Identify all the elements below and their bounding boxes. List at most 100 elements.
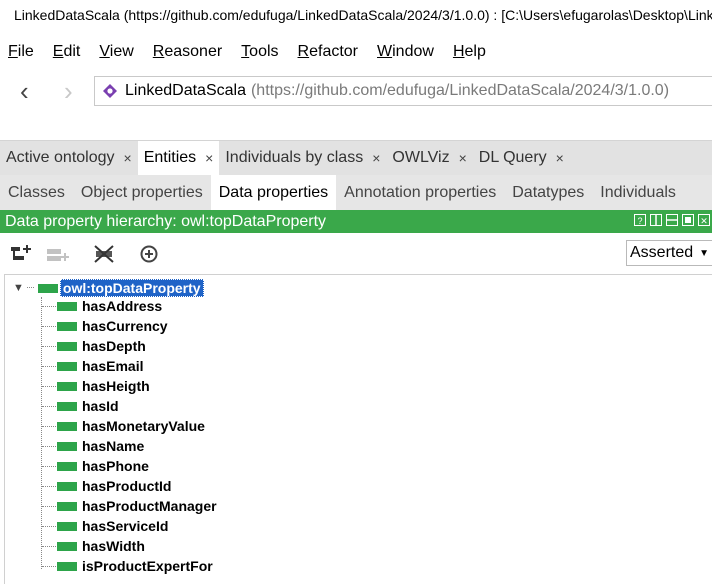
tree-item-isProductExpertFor[interactable]: isProductExpertFor — [57, 556, 213, 576]
menu-help[interactable]: Help — [453, 43, 486, 61]
tree-item-hasProductId[interactable]: hasProductId — [57, 476, 171, 496]
tree-connector — [42, 506, 56, 507]
tree-item-label: hasWidth — [82, 538, 145, 554]
data-property-icon — [57, 481, 77, 491]
tree-item-hasEmail[interactable]: hasEmail — [57, 356, 143, 376]
find-usage-icon[interactable] — [137, 244, 163, 264]
menu-label: ools — [249, 43, 279, 60]
tree-item-hasDepth[interactable]: hasDepth — [57, 336, 146, 356]
help-icon[interactable]: ? — [634, 214, 646, 226]
tree-connector — [42, 326, 56, 327]
tree-item-hasMonetaryValue[interactable]: hasMonetaryValue — [57, 416, 205, 436]
forward-button[interactable]: › — [64, 76, 73, 106]
menu-label: indow — [392, 43, 434, 60]
data-property-icon — [57, 441, 77, 451]
menu-mnemonic: H — [452, 43, 465, 60]
data-property-icon — [57, 461, 77, 471]
data-property-icon — [57, 501, 77, 511]
menu-mnemonic: W — [377, 43, 393, 60]
tree-item-label: hasProductId — [82, 478, 172, 494]
close-tab-icon[interactable]: × — [556, 150, 564, 166]
tree-item-hasWidth[interactable]: hasWidth — [57, 536, 145, 556]
active-ontology-address[interactable]: LinkedDataScala (https://github.com/eduf… — [94, 76, 712, 106]
tab-individuals-by-class[interactable]: Individuals by class × — [219, 141, 386, 175]
tree-item-hasName[interactable]: hasName — [57, 436, 144, 456]
tree-item-label: hasAddress — [82, 298, 163, 314]
delete-property-icon[interactable] — [92, 244, 118, 264]
tree-item-hasAddress[interactable]: hasAddress — [57, 296, 162, 316]
tree-item-hasPhone[interactable]: hasPhone — [57, 456, 149, 476]
tab-entities[interactable]: Entities × — [137, 141, 220, 175]
split-horizontal-icon[interactable] — [666, 214, 678, 226]
tree-connector — [42, 486, 56, 487]
tab-datatypes[interactable]: Datatypes — [504, 175, 592, 210]
inference-mode-value: Asserted — [630, 244, 694, 261]
menu-reasoner[interactable]: Reasoner — [153, 43, 222, 61]
tree-connector — [42, 546, 56, 547]
tab-owlviz[interactable]: OWLViz × — [386, 141, 472, 175]
tree-item-label: hasDepth — [82, 338, 146, 354]
tab-label: Active ontology — [6, 149, 115, 166]
view-header-buttons: ? ✕ — [630, 214, 710, 226]
tree-item-hasId[interactable]: hasId — [57, 396, 119, 416]
close-tab-icon[interactable]: × — [124, 150, 132, 166]
tab-dl-query[interactable]: DL Query × — [473, 141, 570, 175]
tab-object-properties[interactable]: Object properties — [73, 175, 211, 210]
menu-label: easoner — [164, 43, 223, 60]
tab-label: OWLViz — [392, 149, 450, 166]
close-icon[interactable]: ✕ — [698, 214, 710, 226]
menu-edit[interactable]: Edit — [53, 43, 81, 61]
collapse-toggle-icon[interactable]: ▼ — [13, 282, 24, 294]
window-title: LinkedDataScala (https://github.com/eduf… — [14, 7, 712, 23]
inference-mode-select[interactable]: Asserted ▼ — [626, 240, 712, 266]
data-property-icon — [57, 341, 77, 351]
menu-label: dit — [63, 43, 81, 60]
menu-view[interactable]: View — [99, 43, 133, 61]
menu-file[interactable]: File — [8, 43, 34, 61]
tree-item-hasCurrency[interactable]: hasCurrency — [57, 316, 168, 336]
menu-window[interactable]: Window — [377, 43, 434, 61]
tree-connector — [42, 346, 56, 347]
tree-item-hasProductManager[interactable]: hasProductManager — [57, 496, 217, 516]
menu-mnemonic: R — [297, 43, 310, 60]
tab-annotation-properties[interactable]: Annotation properties — [336, 175, 504, 210]
tree-root-label[interactable]: owl:topDataProperty — [59, 279, 204, 297]
menu-label: iew — [109, 43, 134, 60]
maximize-icon[interactable] — [682, 214, 694, 226]
menu-tools[interactable]: Tools — [241, 43, 278, 61]
menu-label: efactor — [309, 43, 359, 60]
tree-connector — [42, 446, 56, 447]
data-property-icon — [57, 301, 77, 311]
tree-item-label: hasName — [82, 438, 145, 454]
menu-refactor[interactable]: Refactor — [298, 43, 358, 61]
tree-item-label: hasId — [82, 398, 119, 414]
tab-individuals[interactable]: Individuals — [592, 175, 684, 210]
tree-connector — [42, 306, 56, 307]
split-vertical-icon[interactable] — [650, 214, 662, 226]
tab-classes[interactable]: Classes — [0, 175, 73, 210]
tab-label: Individuals by class — [225, 149, 364, 166]
tree-root-node[interactable]: ▼ owl:topDataProperty — [13, 279, 204, 297]
add-sub-property-icon[interactable] — [10, 244, 36, 264]
close-tab-icon[interactable]: × — [459, 150, 467, 166]
tree-item-hasServiceId[interactable]: hasServiceId — [57, 516, 168, 536]
menu-mnemonic: R — [152, 43, 165, 60]
menu-mnemonic: F — [8, 43, 18, 60]
ontology-iri: (https://github.com/edufuga/LinkedDataSc… — [250, 82, 670, 99]
tab-data-properties[interactable]: Data properties — [210, 175, 337, 210]
data-property-icon — [57, 421, 77, 431]
data-property-icon — [57, 401, 77, 411]
hierarchy-toolbar — [0, 236, 712, 272]
view-header: Data property hierarchy: owl:topDataProp… — [0, 210, 712, 233]
tree-item-hasHeigth[interactable]: hasHeigth — [57, 376, 150, 396]
tree-item-label: hasHeigth — [82, 378, 150, 394]
close-tab-icon[interactable]: × — [372, 150, 380, 166]
tab-active-ontology[interactable]: Active ontology × — [0, 141, 138, 175]
view-title: Data property hierarchy: owl:topDataProp… — [5, 212, 327, 230]
menu-mnemonic: V — [99, 43, 110, 60]
data-property-icon — [57, 321, 77, 331]
back-button[interactable]: ‹ — [20, 76, 29, 106]
add-sibling-property-icon[interactable] — [46, 244, 72, 264]
close-tab-icon[interactable]: × — [205, 150, 213, 166]
chevron-down-icon: ▼ — [699, 247, 710, 259]
